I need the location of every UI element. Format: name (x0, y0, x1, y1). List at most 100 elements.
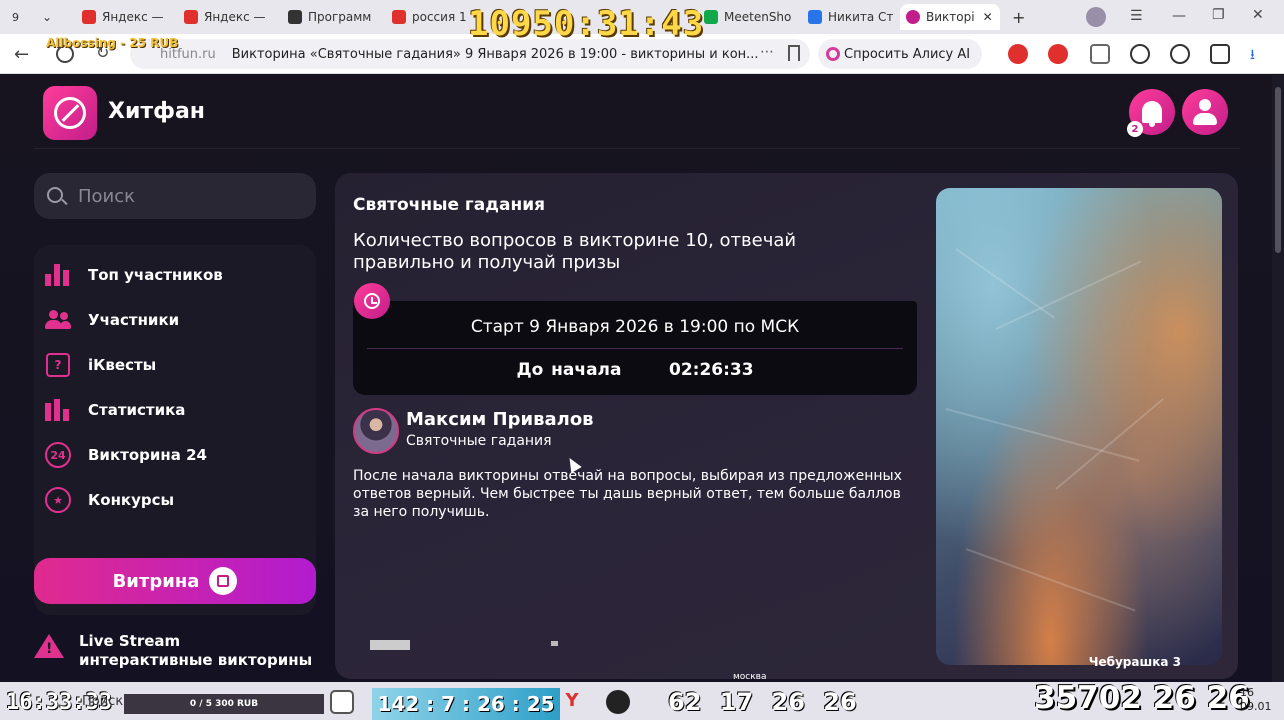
yandex-browser-icon[interactable]: Y (560, 690, 584, 714)
countdown-timer: 02:26:33 (668, 360, 754, 380)
russia-favicon-icon (392, 10, 406, 24)
tab-vk[interactable]: Никита Ст (802, 4, 894, 30)
profile-button[interactable] (1182, 89, 1228, 135)
author-subtitle: Святочные гадания (406, 433, 552, 449)
adblock-icon[interactable] (1048, 44, 1068, 64)
warning-icon (34, 634, 64, 658)
statistics-icon (44, 396, 72, 424)
scrollbar-thumb[interactable] (1275, 87, 1281, 253)
nav-label: Топ участников (88, 266, 223, 284)
quiz-title: Святочные гадания (353, 195, 546, 215)
bookmark-icon[interactable] (788, 45, 800, 61)
nav-top-participants[interactable]: Топ участников (44, 260, 223, 290)
small-embedded-image (370, 640, 410, 650)
start-datetime: Старт 9 Января 2026 в 19:00 по МСК (470, 317, 800, 337)
hitfun-favicon-icon (906, 10, 920, 24)
alice-icon (826, 47, 840, 61)
nav-contests[interactable]: ★ Конкурсы (44, 485, 174, 515)
ask-alice-button[interactable]: Спросить Алису AI (818, 39, 983, 69)
until-label: До начала (516, 360, 622, 380)
start-divider (367, 348, 903, 349)
tv-favicon-icon (288, 10, 302, 24)
bell-icon (1142, 101, 1162, 127)
donation-progress-bar: 0 / 5 300 RUB (124, 694, 324, 714)
tabs-dropdown[interactable]: ⌄ (36, 4, 64, 30)
tab-label: MeetenSho (724, 10, 792, 24)
vitrina-button[interactable]: Витрина (34, 558, 316, 604)
tab-yandex-2[interactable]: Яндекс — (178, 4, 270, 30)
yandex-favicon-icon (184, 10, 198, 24)
download-icon[interactable]: ⭳ (1250, 44, 1270, 64)
nav-label: Участники (88, 311, 180, 329)
search-box[interactable] (34, 173, 316, 219)
tab-meetenshow[interactable]: MeetenSho (698, 4, 794, 30)
header-divider (34, 148, 1240, 149)
close-window-icon[interactable]: ✕ (1252, 7, 1264, 23)
live-stream-title: Live Stream (79, 632, 181, 650)
back-arrow-icon[interactable]: ← (14, 44, 29, 65)
more-icon[interactable]: ⋯ (760, 44, 774, 60)
clock-date: 09.01 (1240, 700, 1272, 713)
new-tab-button[interactable]: + (1006, 4, 1032, 30)
collections-icon[interactable] (1090, 44, 1110, 64)
live-stream-link[interactable]: Live Stream интерактивные викторины (34, 630, 316, 674)
alice-label: Спросить Алису AI (844, 46, 971, 62)
author-avatar[interactable] (353, 408, 399, 454)
profile-avatar[interactable] (1086, 7, 1106, 27)
stream-numbers-overlay: 62 17 26 26 (668, 688, 857, 716)
quest-icon: ? (44, 351, 72, 379)
site-viewport: Хитфан 2 Топ участников Участники ? iКве… (0, 75, 1272, 682)
system-clock: 16 09.01 (1240, 686, 1272, 714)
hitfun-logo-icon[interactable] (43, 86, 97, 140)
nav-statistics[interactable]: Статистика (44, 395, 185, 425)
quiz24-icon: 24 (44, 441, 72, 469)
yandex-favicon-icon (82, 10, 96, 24)
tab-programs[interactable]: Программ (282, 4, 380, 30)
donation-overlay: Allbossing - 25 RUB (46, 36, 179, 50)
close-tab-icon[interactable]: ✕ (983, 10, 993, 24)
minimize-icon[interactable]: — (1172, 8, 1186, 24)
task-view-icon[interactable] (330, 690, 354, 714)
tab-label: Викторі (926, 10, 975, 24)
stream-big-numbers-overlay: 35702 26 26 (1034, 680, 1250, 716)
nav-iquests[interactable]: ? iКвесты (44, 350, 156, 380)
tab-counter[interactable]: 9 (6, 4, 34, 30)
users-icon (44, 306, 72, 334)
sidebar-panel-icon[interactable] (1210, 44, 1230, 64)
author-name[interactable]: Максим Привалов (406, 409, 594, 430)
tab-quiz-active[interactable]: Викторі ✕ (900, 4, 1000, 30)
clock-time: 16 (1240, 686, 1254, 699)
user-icon (1193, 99, 1217, 125)
screenshot-icon[interactable] (1130, 44, 1150, 64)
tab-yandex-1[interactable]: Яндекс — (76, 4, 168, 30)
tab-russia1[interactable]: россия 1 (386, 4, 466, 30)
vitrina-label: Витрина (112, 570, 200, 592)
menu-icon[interactable]: ☰ (1130, 8, 1143, 24)
tab-label: Программ (308, 10, 372, 24)
k-favicon-icon (704, 10, 718, 24)
tab-label: Никита Ст (828, 10, 894, 24)
donation-progress-label: 0 / 5 300 RUB (189, 699, 259, 709)
search-icon (47, 187, 63, 203)
chevron-down-icon: ⌄ (42, 10, 53, 24)
page-title-in-address: Викторина «Святочные гадания» 9 Января 2… (231, 46, 759, 62)
media-icon[interactable] (1170, 44, 1190, 64)
live-stream-subtitle: интерактивные викторины (79, 651, 313, 669)
nav-quiz24[interactable]: 24 Викторина 24 (44, 440, 207, 470)
stream-counter-overlay: 142 : 7 : 26 : 25 (372, 688, 560, 720)
image-caption: Чебурашка 3 (1088, 655, 1181, 669)
moscow-label: москва (733, 672, 767, 682)
page-scrollbar[interactable] (1272, 75, 1284, 682)
nav-participants[interactable]: Участники (44, 305, 179, 335)
search-input[interactable] (78, 185, 298, 207)
stream-overlay-counter: 10950:31:43 (468, 4, 705, 44)
tab-count-label: 9 (12, 10, 19, 24)
quiz-cover-image (936, 188, 1222, 665)
restore-icon[interactable]: ❐ (1212, 7, 1225, 23)
obs-icon[interactable] (606, 690, 630, 714)
taskbar-search[interactable]: Поиск (82, 694, 123, 709)
extension-icon[interactable] (1008, 44, 1028, 64)
nav-label: Викторина 24 (88, 446, 207, 464)
brand-name[interactable]: Хитфан (108, 99, 205, 124)
bar-chart-icon (44, 261, 72, 289)
